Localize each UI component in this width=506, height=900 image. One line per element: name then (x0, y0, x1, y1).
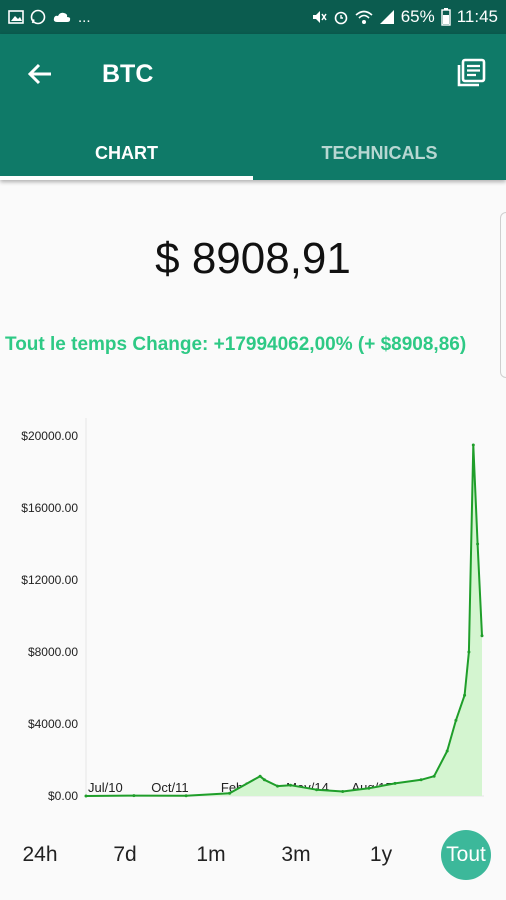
whatsapp-notification-icon (30, 9, 46, 25)
data-point (132, 794, 136, 798)
data-point (476, 542, 480, 546)
series-area-fill (86, 445, 482, 796)
more-notifications: ... (78, 8, 91, 26)
y-tick-label: $16000.00 (21, 501, 78, 515)
current-price: $ 8908,91 (155, 234, 351, 283)
data-point (432, 774, 436, 778)
series-line (85, 444, 483, 797)
data-point (228, 791, 232, 795)
data-point (419, 778, 423, 782)
signal-icon (379, 10, 394, 24)
data-point (315, 788, 319, 792)
y-tick-label: $20000.00 (21, 429, 78, 443)
data-point (454, 718, 458, 722)
x-tick-label: Oct/11 (151, 780, 188, 795)
battery-icon (441, 8, 451, 26)
tab-chart[interactable]: CHART (0, 126, 253, 180)
status-left: ... (8, 9, 91, 25)
data-point (463, 693, 467, 697)
data-point (393, 781, 397, 785)
notes-button[interactable] (454, 56, 488, 90)
clock: 11:45 (456, 7, 498, 26)
notes-stack-icon (457, 58, 486, 87)
arrow-left-icon (27, 63, 51, 85)
range-1m-button[interactable]: 1m (185, 830, 237, 880)
data-point (445, 749, 449, 753)
data-point (289, 783, 292, 787)
status-bar: ... 65% 11:45 (0, 0, 506, 34)
cloud-notification-icon (53, 12, 71, 22)
status-right: 65% 11:45 (311, 7, 498, 27)
page-title: BTC (102, 60, 154, 88)
data-point (480, 634, 484, 638)
range-3m-button[interactable]: 3m (270, 830, 322, 880)
data-point (341, 790, 345, 793)
tab-technicals[interactable]: TECHNICALS (253, 126, 506, 180)
data-point (262, 778, 266, 782)
data-point (184, 794, 188, 798)
y-tick-label: $4000.00 (28, 717, 78, 731)
price-chart[interactable]: $20000.00 $16000.00 $12000.00 $8000.00 $4000… (0, 410, 506, 805)
tab-indicator (0, 176, 253, 180)
data-point (84, 794, 88, 798)
y-tick-label: $12000.00 (21, 573, 78, 587)
y-tick-label: $8000.00 (28, 645, 78, 659)
data-point (471, 443, 475, 447)
app-bar: BTC CHART TECHNICALS (0, 34, 506, 180)
range-selector: 24h 7d 1m 3m 1y Tout (0, 830, 506, 880)
wifi-icon (355, 10, 373, 24)
all-time-change: Tout le temps Change: +17994062,00% (+ $… (5, 334, 467, 355)
battery-percent: 65% (400, 7, 435, 26)
range-7d-button[interactable]: 7d (99, 830, 151, 880)
data-point (276, 784, 279, 788)
alarm-icon (334, 11, 347, 25)
x-tick-label: Jul/10 (88, 780, 123, 795)
data-point (367, 786, 371, 790)
mute-icon (312, 11, 327, 23)
back-button[interactable] (22, 58, 58, 90)
data-point (467, 650, 471, 654)
data-point (258, 774, 262, 778)
y-tick-label: $0.00 (48, 789, 78, 803)
range-24h-button[interactable]: 24h (14, 830, 66, 880)
range-tout-button[interactable]: Tout (441, 830, 491, 880)
range-1y-button[interactable]: 1y (355, 830, 407, 880)
gallery-notification-icon (8, 10, 24, 24)
